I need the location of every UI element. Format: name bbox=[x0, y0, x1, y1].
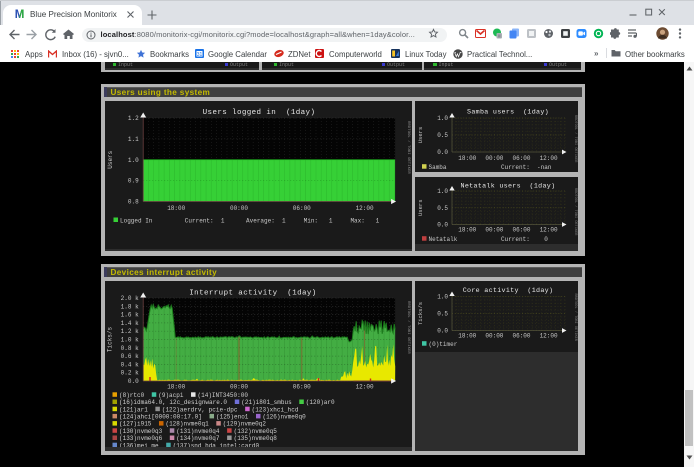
svg-text:06:00: 06:00 bbox=[512, 226, 530, 233]
svg-text:(134)nvme0q7: (134)nvme0q7 bbox=[176, 435, 220, 442]
svg-text:Logged In Current: 1: Logged In Current: 1 Average: 1 Min: 1 M… bbox=[120, 217, 380, 224]
svg-text:(131)nvme0q4: (131)nvme0q4 bbox=[176, 427, 220, 434]
svg-text:1.2 k: 1.2 k bbox=[120, 328, 138, 335]
svg-text:Users logged in (1day): Users logged in (1day) bbox=[202, 109, 315, 117]
svg-text:00:00: 00:00 bbox=[485, 155, 503, 162]
svg-text:RRDTOOL / TOBI OETIKER: RRDTOOL / TOBI OETIKER bbox=[406, 301, 411, 354]
svg-text:1.1: 1.1 bbox=[127, 135, 138, 142]
svg-text:RRDTOOL / TOBI OETIKER: RRDTOOL / TOBI OETIKER bbox=[406, 121, 411, 174]
svg-text:0.0: 0.0 bbox=[437, 327, 448, 334]
svg-text:12:00: 12:00 bbox=[355, 383, 373, 390]
svg-text:(122)aerdrv, pcie-dpc: (122)aerdrv, pcie-dpc bbox=[161, 406, 237, 413]
svg-text:0.9: 0.9 bbox=[127, 177, 138, 184]
svg-text:18:00: 18:00 bbox=[458, 332, 476, 339]
svg-text:Core activity (1day): Core activity (1day) bbox=[462, 287, 553, 295]
svg-text:Netatalk users (1day): Netatalk users (1day) bbox=[460, 182, 555, 190]
svg-text:Interrupt activity (1day): Interrupt activity (1day) bbox=[189, 289, 316, 297]
svg-text:1.0: 1.0 bbox=[127, 156, 138, 163]
svg-text:0.5: 0.5 bbox=[437, 310, 448, 317]
svg-text:(126)nvme0q0: (126)nvme0q0 bbox=[262, 413, 306, 420]
svg-text:1.0: 1.0 bbox=[437, 188, 448, 195]
svg-text:06:00: 06:00 bbox=[512, 155, 530, 162]
svg-text:(135)nvme0q8: (135)nvme0q8 bbox=[233, 435, 277, 442]
svg-text:0.4 k: 0.4 k bbox=[120, 361, 138, 368]
svg-text:06:00: 06:00 bbox=[512, 332, 530, 339]
svg-text:0.0: 0.0 bbox=[437, 149, 448, 156]
svg-text:(123)xhci_hcd: (123)xhci_hcd bbox=[251, 406, 298, 413]
svg-text:0.0: 0.0 bbox=[127, 378, 138, 385]
svg-text:(129)nvme0q2: (129)nvme0q2 bbox=[222, 420, 266, 427]
svg-text:0.0: 0.0 bbox=[437, 221, 448, 228]
svg-text:0.6 k: 0.6 k bbox=[120, 353, 138, 360]
svg-text:Users: Users bbox=[417, 126, 424, 143]
svg-text:12:00: 12:00 bbox=[539, 155, 557, 162]
svg-text:18:00: 18:00 bbox=[458, 226, 476, 233]
svg-text:12:00: 12:00 bbox=[355, 205, 373, 212]
svg-text:12:00: 12:00 bbox=[539, 226, 557, 233]
svg-text:(120)ar0: (120)ar0 bbox=[305, 399, 334, 406]
svg-text:31: 31 bbox=[197, 52, 203, 58]
svg-text:12:00: 12:00 bbox=[539, 332, 557, 339]
svg-text:Current: -nan: Current: -nan bbox=[501, 164, 552, 171]
svg-text:2.0 k: 2.0 k bbox=[120, 295, 138, 302]
svg-text:1.6 k: 1.6 k bbox=[120, 311, 138, 318]
svg-text:0.5: 0.5 bbox=[437, 204, 448, 211]
svg-text:(132)nvme0q5: (132)nvme0q5 bbox=[233, 427, 277, 434]
svg-text:(8)rtc0: (8)rtc0 bbox=[119, 391, 145, 398]
svg-text:1.0: 1.0 bbox=[437, 293, 448, 300]
svg-text:0.2 k: 0.2 k bbox=[120, 369, 138, 376]
svg-text:18:00: 18:00 bbox=[167, 205, 185, 212]
svg-text:1.8 k: 1.8 k bbox=[120, 303, 138, 310]
svg-text:00:00: 00:00 bbox=[229, 205, 247, 212]
svg-text:Users: Users bbox=[107, 150, 114, 168]
svg-text:(127)i915: (127)i915 bbox=[119, 420, 152, 427]
svg-text:(0)timer: (0)timer bbox=[428, 341, 457, 348]
svg-text:(14)INT3450:00: (14)INT3450:00 bbox=[197, 391, 248, 398]
svg-text:(124)ahci[0000:00:17.0]: (124)ahci[0000:00:17.0] bbox=[119, 413, 202, 420]
svg-text:00:00: 00:00 bbox=[229, 383, 247, 390]
svg-text:Ticks/s: Ticks/s bbox=[106, 326, 113, 352]
svg-text:(128)nvme0q1: (128)nvme0q1 bbox=[165, 420, 209, 427]
svg-text:1.0: 1.0 bbox=[437, 115, 448, 122]
svg-text:RRDTOOL / TOBI OETIKER: RRDTOOL / TOBI OETIKER bbox=[573, 188, 578, 236]
svg-text:RRDTOOL / TOBI OETIKER: RRDTOOL / TOBI OETIKER bbox=[573, 115, 578, 163]
svg-text:Samba users (1day): Samba users (1day) bbox=[467, 108, 549, 116]
svg-text:0.5: 0.5 bbox=[437, 132, 448, 139]
svg-text:(125)eno1: (125)eno1 bbox=[216, 413, 249, 420]
svg-text:00:00: 00:00 bbox=[485, 332, 503, 339]
svg-text:0.8: 0.8 bbox=[127, 198, 138, 205]
svg-text:1.2: 1.2 bbox=[127, 115, 138, 122]
svg-text:0.8 k: 0.8 k bbox=[120, 344, 138, 351]
svg-text:(16)idma64.0, i2c_designware.0: (16)idma64.0, i2c_designware.0 bbox=[119, 399, 227, 406]
svg-text:RRDTOOL / TOBI OETIKER: RRDTOOL / TOBI OETIKER bbox=[573, 293, 578, 341]
svg-text:06:00: 06:00 bbox=[292, 383, 310, 390]
svg-text:18:00: 18:00 bbox=[458, 155, 476, 162]
svg-text:Netatalk: Netatalk bbox=[428, 236, 457, 243]
svg-text:Ticks/s: Ticks/s bbox=[417, 301, 424, 324]
svg-text:(121)ar1: (121)ar1 bbox=[119, 406, 148, 413]
svg-text:00:00: 00:00 bbox=[485, 226, 503, 233]
svg-text:1.4 k: 1.4 k bbox=[120, 319, 138, 326]
svg-text:(21)i801_smbus: (21)i801_smbus bbox=[241, 399, 292, 406]
svg-text:(130)nvme0q3: (130)nvme0q3 bbox=[119, 427, 163, 434]
svg-text:06:00: 06:00 bbox=[292, 205, 310, 212]
svg-text:(9)acpi: (9)acpi bbox=[158, 391, 184, 398]
svg-text:(133)nvme0q6: (133)nvme0q6 bbox=[119, 435, 163, 442]
svg-text:Current: 0: Current: 0 bbox=[501, 236, 548, 243]
svg-text:1.0 k: 1.0 k bbox=[120, 336, 138, 343]
svg-text:Users: Users bbox=[417, 199, 424, 216]
svg-text:18:00: 18:00 bbox=[167, 383, 185, 390]
svg-text:Samba: Samba bbox=[428, 164, 446, 171]
